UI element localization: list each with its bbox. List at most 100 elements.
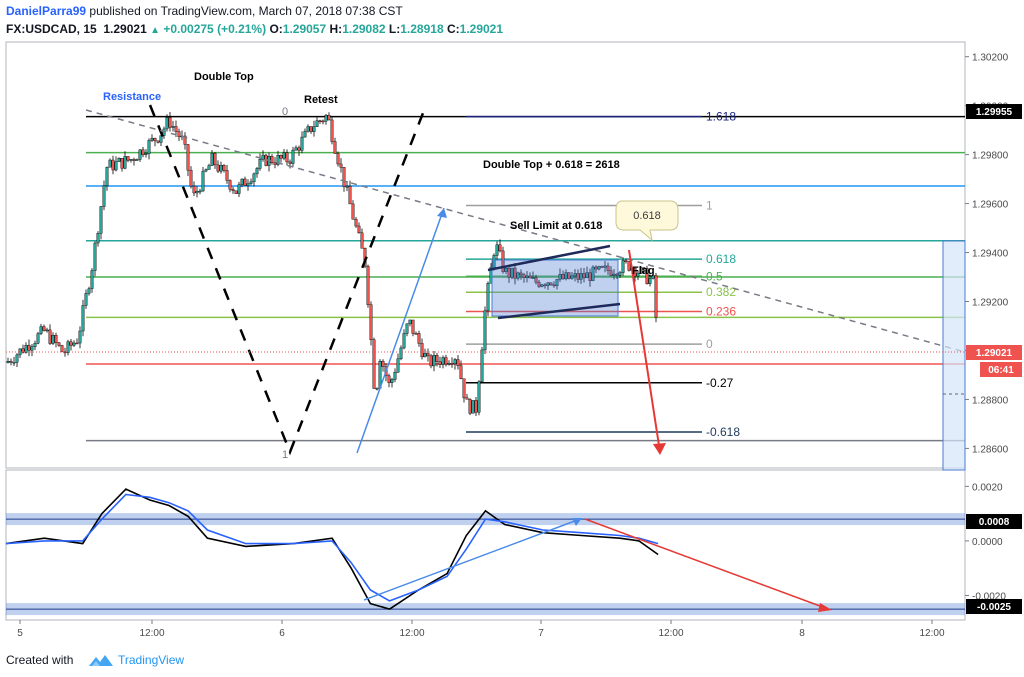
candle-body — [237, 184, 241, 194]
osc-lower-tag: -0.0025 — [966, 599, 1022, 614]
price-tick-label: 1.28600 — [972, 444, 1009, 455]
time-tick-label: 5 — [17, 628, 23, 639]
tradingview-logo-icon — [89, 655, 113, 666]
candle-body — [207, 165, 211, 170]
candle-body — [201, 170, 205, 192]
candle-body — [360, 232, 364, 249]
candle-body — [333, 141, 337, 154]
candle-body — [357, 225, 361, 234]
zero-left-label: 0 — [282, 106, 288, 118]
candle-body — [330, 119, 334, 142]
candle-body — [351, 203, 355, 220]
candle-body — [36, 333, 40, 344]
candle-body — [252, 173, 256, 183]
oscillator-axis[interactable]: 0.00200.0000-0.0020 — [965, 482, 1006, 602]
candle-body — [396, 358, 400, 373]
time-tick-label: 7 — [538, 628, 544, 639]
candle-body — [213, 152, 217, 166]
oscillator-pane-frame — [5, 469, 966, 621]
candle-body — [228, 180, 232, 190]
resistance-price-text: 1.29955 — [976, 107, 1013, 118]
candle-body — [432, 355, 436, 367]
candle-body — [342, 167, 346, 187]
candle-body — [471, 400, 475, 414]
candle-body — [30, 346, 34, 351]
candle-body — [456, 359, 460, 366]
candle-body — [369, 304, 373, 340]
footer: Created with TradingView — [0, 645, 1024, 677]
projection-range — [942, 240, 966, 471]
candle-body — [249, 181, 253, 184]
candle-body — [72, 342, 76, 346]
candle-body — [147, 140, 151, 154]
candle-body — [438, 361, 442, 365]
candle-body — [51, 334, 55, 344]
candle-body — [15, 354, 19, 363]
time-tick-label: 12:00 — [919, 628, 944, 639]
candle-body — [405, 323, 409, 334]
candle-body — [99, 206, 103, 234]
candle-body — [486, 283, 490, 312]
candle-body — [336, 153, 340, 165]
fib-label: 0.5 — [706, 269, 723, 283]
candle-body — [468, 399, 472, 414]
candle-body — [390, 379, 394, 383]
candle-body — [435, 355, 439, 362]
candle-body — [111, 159, 115, 171]
time-tick-label: 6 — [279, 628, 285, 639]
fib-label: 1.618 — [706, 110, 736, 124]
bubble-label: 0.618 — [633, 210, 661, 222]
candle-body — [63, 351, 67, 354]
candle-body — [192, 185, 196, 194]
candle-body — [354, 219, 358, 227]
time-axis[interactable]: 5 12:00 6 12:00 7 12:00 8 12:00 — [17, 620, 945, 639]
price-tick-label: 1.29400 — [972, 249, 1009, 260]
candle-body — [312, 126, 316, 132]
candle-body — [135, 159, 139, 161]
fib-label: 0.382 — [706, 285, 736, 299]
candle-body — [54, 334, 58, 343]
candle-body — [21, 348, 25, 353]
candle-body — [423, 353, 427, 358]
candle-body — [618, 272, 622, 276]
candle-body — [27, 345, 31, 351]
candle-body — [9, 361, 13, 363]
candle-body — [273, 162, 277, 165]
countdown-text: 06:41 — [988, 365, 1014, 376]
double-top-label: Double Top — [194, 71, 254, 83]
osc-tick-label: 0.0020 — [972, 482, 1003, 493]
osc-tick-label: 0.0000 — [972, 537, 1003, 548]
candle-body — [318, 120, 322, 122]
candle-body — [195, 191, 199, 194]
candle-body — [66, 341, 70, 353]
candle-body — [465, 397, 469, 400]
osc-upper-tag: 0.0008 — [966, 514, 1022, 529]
candle-body — [324, 115, 328, 122]
osc-lower-text: -0.0025 — [977, 602, 1011, 613]
resistance-label: Resistance — [103, 91, 161, 103]
one-left-label: 1 — [282, 449, 288, 461]
candle-body — [453, 359, 457, 365]
candle-body — [246, 183, 250, 186]
candle-body — [414, 333, 418, 335]
candle-body — [285, 152, 289, 163]
candle-body — [138, 149, 142, 160]
candle-body — [621, 260, 625, 273]
candle-body — [240, 178, 244, 185]
candle-body — [393, 371, 397, 380]
time-tick-label: 12:00 — [399, 628, 424, 639]
candle-body — [315, 120, 319, 127]
candle-body — [216, 164, 220, 172]
candle-body — [234, 190, 238, 194]
candle-body — [270, 156, 274, 164]
candle-body — [144, 153, 148, 155]
candle-body — [483, 310, 487, 351]
candle-body — [495, 244, 499, 256]
candle-body — [45, 329, 49, 332]
candle-body — [339, 163, 343, 168]
candle-body — [624, 260, 628, 262]
tradingview-link[interactable]: TradingView — [118, 653, 184, 667]
candle-body — [105, 167, 109, 187]
price-chart[interactable]: 1.618 1 0.618 0.5 0.382 0.236 0 -0.27 -0.618 0.6… — [0, 0, 1024, 645]
candle-body — [231, 189, 235, 192]
